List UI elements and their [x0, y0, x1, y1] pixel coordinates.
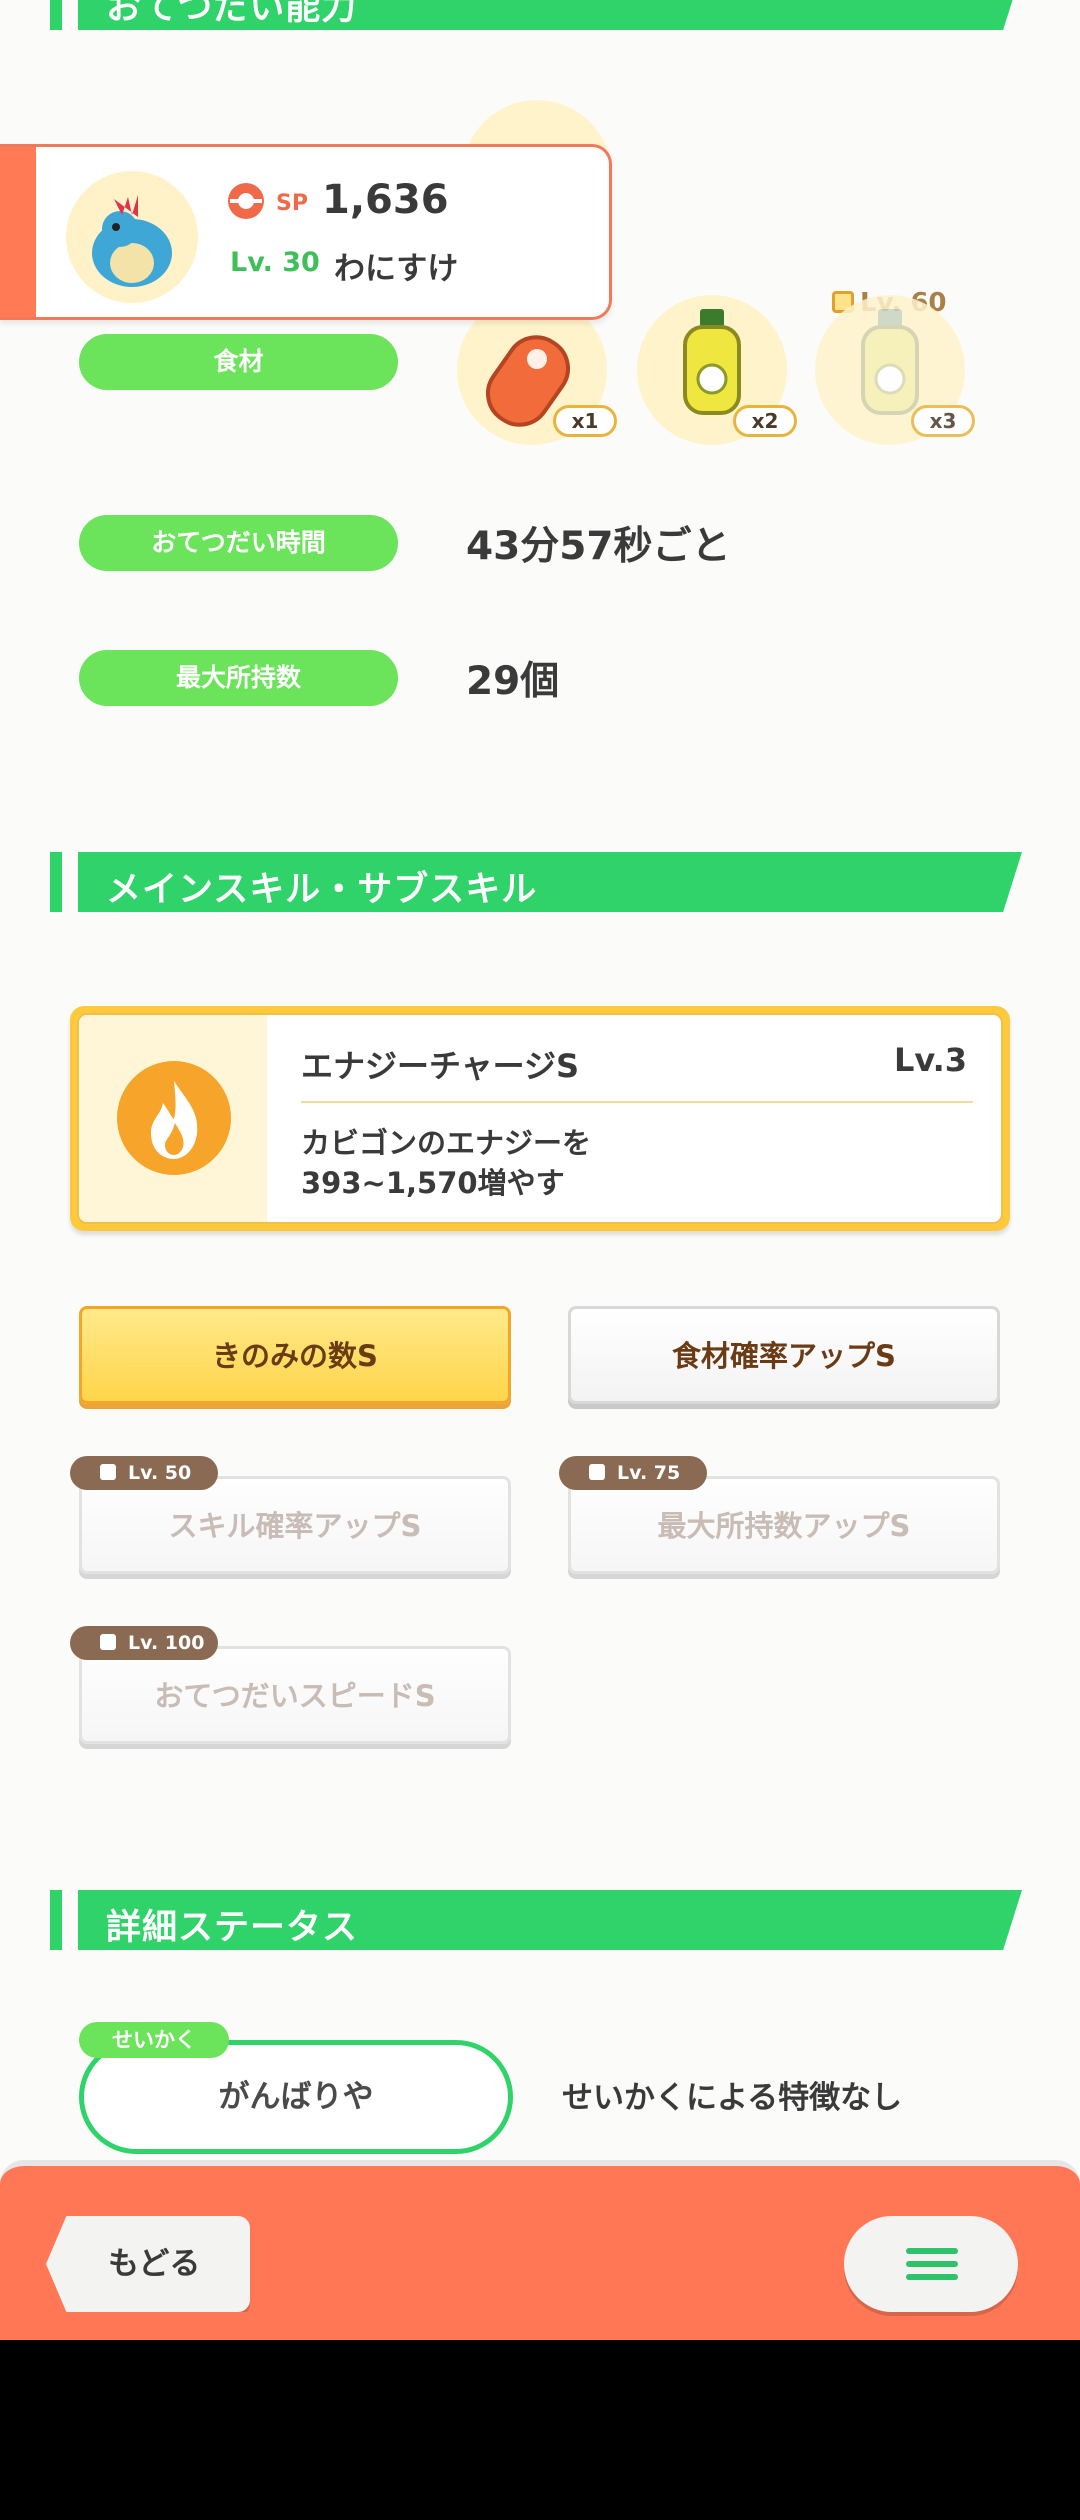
bottom-nav-bar: もどる: [0, 2160, 1080, 2340]
main-skill-level: Lv.3: [893, 1041, 967, 1079]
sub-skill-2[interactable]: 食材確率アップS: [568, 1306, 1000, 1404]
pokemon-detail-page: おてつだい能力 食材 x1 x2 Lv. 60 x3 おてつだい時間 43分57…: [0, 0, 1080, 2340]
help-time-label: おてつだい時間: [79, 515, 398, 571]
main-skill-icon-area: [79, 1015, 267, 1222]
main-skill-name: エナジーチャージS: [301, 1047, 580, 1085]
ingredient-count: x1: [553, 405, 617, 437]
section-header-help-ability: おてつだい能力: [50, 0, 1022, 30]
menu-icon: [906, 2248, 958, 2254]
lock-icon: [100, 1464, 116, 1480]
section-bar: [50, 0, 62, 30]
help-time-value: 43分57秒ごと: [466, 524, 731, 569]
section-bar: [50, 852, 62, 912]
nature-effect: せいかくによる特徴なし: [562, 2080, 903, 2116]
ingredient-count: x2: [733, 405, 797, 437]
menu-icon: [906, 2261, 958, 2267]
lock-icon: [100, 1634, 116, 1650]
max-carry-label: 最大所持数: [79, 650, 398, 706]
card-stripe: [0, 147, 36, 317]
ingredient-item-2[interactable]: x2: [637, 295, 797, 445]
ingredient-item-3-locked[interactable]: x3: [815, 295, 975, 445]
sp-icon: [228, 183, 264, 219]
nature-tag: せいかく: [79, 2022, 229, 2058]
pokemon-level: Lv. 30: [230, 247, 320, 278]
main-skill-inner: エナジーチャージS Lv.3 カビゴンのエナジーを 393~1,570増やす: [77, 1013, 1003, 1224]
menu-icon: [906, 2274, 958, 2280]
sp-value: 1,636: [322, 177, 449, 223]
sub-skill-unlock-tag: Lv. 50: [70, 1456, 218, 1490]
fire-icon: [117, 1061, 231, 1175]
ingredient-count: x3: [911, 405, 975, 437]
section-title: 詳細ステータス: [106, 1908, 359, 1948]
sp-label: SP: [276, 191, 308, 216]
section-header-detail: 詳細ステータス: [50, 1890, 1022, 1950]
pokemon-summary-card[interactable]: SP 1,636 Lv. 30 わにすけ: [0, 144, 612, 320]
divider: [301, 1101, 973, 1103]
ingredient-label: 食材: [79, 334, 398, 390]
max-carry-value: 29個: [466, 659, 560, 704]
sub-skill-4-locked[interactable]: 最大所持数アップS: [568, 1476, 1000, 1574]
section-header-skills: メインスキル・サブスキル: [50, 852, 1022, 912]
main-skill-card[interactable]: エナジーチャージS Lv.3 カビゴンのエナジーを 393~1,570増やす: [70, 1006, 1010, 1231]
sub-skill-unlock-tag: Lv. 75: [559, 1456, 707, 1490]
pokemon-nickname: わにすけ: [334, 251, 459, 287]
back-button[interactable]: もどる: [46, 2216, 250, 2312]
main-skill-description: カビゴンのエナジーを 393~1,570増やす: [301, 1126, 592, 1200]
sub-skill-3-locked[interactable]: スキル確率アップS: [79, 1476, 511, 1574]
section-bar: [50, 1890, 62, 1950]
menu-button[interactable]: [844, 2216, 1018, 2312]
sub-skill-5-locked[interactable]: おてつだいスピードS: [79, 1646, 511, 1744]
sub-skill-unlock-tag: Lv. 100: [70, 1626, 218, 1660]
section-title: おてつだい能力: [106, 0, 358, 28]
sub-skill-1[interactable]: きのみの数S: [79, 1306, 511, 1404]
pokemon-avatar: [66, 171, 198, 303]
section-title: メインスキル・サブスキル: [106, 870, 538, 910]
lock-icon: [589, 1464, 605, 1480]
